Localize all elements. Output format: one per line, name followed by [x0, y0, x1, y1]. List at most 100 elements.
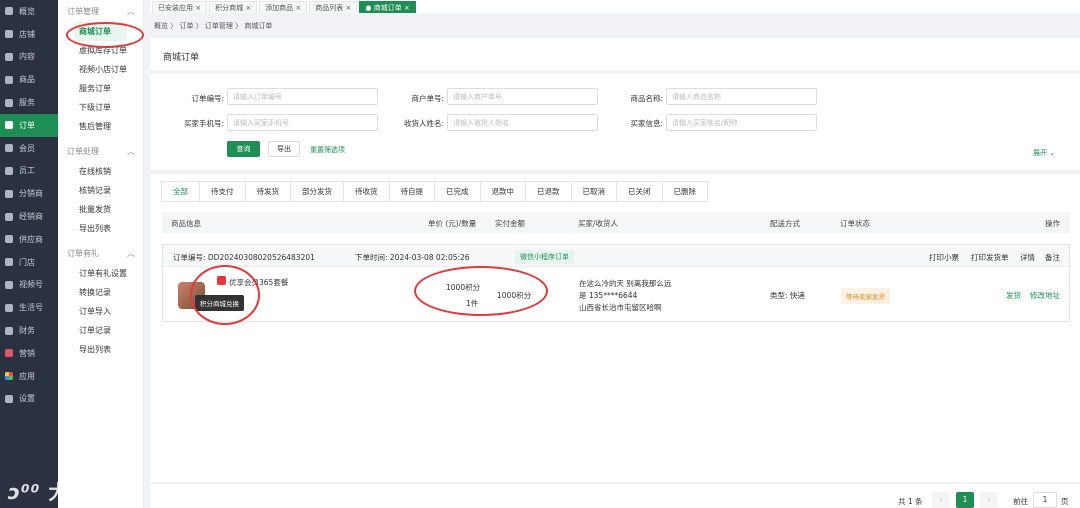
nav-item-label: 视频号: [19, 280, 43, 290]
edit-address-button[interactable]: 修改地址: [1030, 290, 1060, 301]
sub-group-order-process[interactable]: 订单处理 ︿: [58, 140, 143, 162]
pager-page-1[interactable]: 1: [956, 492, 974, 508]
merchant-no-input[interactable]: 请输入商户单号: [447, 88, 598, 105]
buyer-phone-input[interactable]: 请输入买家手机号: [227, 114, 378, 131]
nav-item-17[interactable]: 设置: [0, 388, 58, 411]
label-receiver-name: 收货人姓名:: [403, 119, 444, 128]
nav-item-16[interactable]: 应用: [0, 365, 58, 388]
sub-item-g3-4[interactable]: 导出列表: [58, 340, 143, 359]
sub-item-g2-0[interactable]: 在线核销: [58, 162, 143, 181]
status-tab-7[interactable]: 退款中: [479, 181, 526, 202]
sub-item-g2-2[interactable]: 批量发货: [58, 200, 143, 219]
sub-group-order-manage[interactable]: 订单管理 ︿: [58, 0, 143, 22]
sub-item-g1-3[interactable]: 服务订单: [58, 79, 143, 98]
page-tab-3[interactable]: 商品列表 ×: [309, 1, 358, 13]
nav-icon: [5, 258, 13, 267]
order-card: 订单编号: DD20240308020526483201 下单时间: 2024-…: [162, 244, 1070, 322]
col-buyer: 买家/收货人: [578, 219, 619, 228]
nav-item-14[interactable]: 财务: [0, 319, 58, 342]
sub-item-g3-1[interactable]: 转换记录: [58, 283, 143, 302]
sub-item-g3-3[interactable]: 订单记录: [58, 321, 143, 340]
nav-item-13[interactable]: 生活号: [0, 296, 58, 319]
detail-link[interactable]: 详情: [1020, 252, 1035, 263]
remark-link[interactable]: 备注: [1045, 252, 1060, 263]
pager-page-input[interactable]: 1: [1033, 492, 1057, 508]
page-title: 商城订单: [163, 53, 200, 63]
ship-button[interactable]: 发货: [1006, 290, 1021, 301]
nav-item-label: 会员: [19, 143, 35, 153]
page-tab-4[interactable]: ● 商城订单 ×: [359, 1, 416, 13]
sub-item-g1-5[interactable]: 售后管理: [58, 117, 143, 136]
order-number: 订单编号: DD20240308020526483201: [173, 253, 315, 262]
export-button[interactable]: 导出: [268, 141, 300, 157]
nav-item-10[interactable]: 供应商: [0, 228, 58, 251]
sub-item-g2-3[interactable]: 导出列表: [58, 219, 143, 238]
sub-item-g2-1[interactable]: 核销记录: [58, 181, 143, 200]
nav-item-5[interactable]: 订单: [0, 113, 58, 137]
nav-item-9[interactable]: 经销商: [0, 205, 58, 228]
page-tab-label: 已安装应用: [158, 4, 193, 12]
nav-item-2[interactable]: 内容: [0, 46, 58, 69]
pager-next-button[interactable]: ›: [980, 492, 998, 508]
nav-icon: [5, 98, 13, 107]
reset-filters-link[interactable]: 重置筛选项: [310, 145, 345, 155]
nav-item-0[interactable]: 概览: [0, 0, 58, 23]
sub-item-g1-2[interactable]: 视频小店订单: [58, 60, 143, 79]
close-icon[interactable]: ×: [402, 4, 410, 12]
chevron-up-icon: ︿: [127, 6, 135, 16]
nav-item-4[interactable]: 服务: [0, 91, 58, 114]
sub-item-g1-4[interactable]: 下级订单: [58, 98, 143, 117]
nav-item-1[interactable]: 店铺: [0, 23, 58, 46]
close-icon[interactable]: ×: [193, 4, 201, 12]
breadcrumb: 概览 〉 订单 〉 订单管理 〉 商城订单: [154, 22, 273, 30]
watermark-logo: ↄ⁰⁰: [8, 480, 49, 504]
nav-item-label: 商品: [19, 75, 35, 85]
nav-icon: [5, 52, 13, 61]
nav-item-label: 生活号: [19, 303, 43, 313]
sub-item-g3-2[interactable]: 订单导入: [58, 302, 143, 321]
close-icon[interactable]: ×: [293, 4, 301, 12]
nav-item-7[interactable]: 员工: [0, 160, 58, 183]
nav-item-label: 内容: [19, 52, 35, 62]
query-button[interactable]: 查询: [227, 141, 260, 157]
status-tab-4[interactable]: 待收货: [343, 181, 390, 202]
receiver-name-input[interactable]: 请输入收货人姓名: [447, 114, 598, 131]
print-receipt-link[interactable]: 打印小票: [929, 252, 959, 263]
order-status-badge: 等待卖家发货: [841, 288, 890, 304]
pager-prev-button[interactable]: ‹: [932, 492, 950, 508]
status-tab-11[interactable]: 已删除: [661, 181, 708, 202]
status-tab-2[interactable]: 待发货: [244, 181, 291, 202]
status-tab-6[interactable]: 已完成: [434, 181, 481, 202]
nav-icon: [5, 326, 13, 335]
nav-item-6[interactable]: 会员: [0, 137, 58, 160]
nav-item-8[interactable]: 分销商: [0, 182, 58, 205]
close-icon[interactable]: ×: [343, 4, 352, 12]
nav-item-3[interactable]: 商品: [0, 68, 58, 91]
status-tab-3[interactable]: 部分发货: [290, 181, 344, 202]
status-tab-8[interactable]: 已退款: [525, 181, 572, 202]
print-invoice-link[interactable]: 打印发货单: [971, 252, 1009, 263]
buyer-info-input[interactable]: 请输入买家姓名/昵称: [666, 114, 817, 131]
status-tab-1[interactable]: 待支付: [199, 181, 246, 202]
buyer-name: 在这么冷的天 别离我那么远: [579, 279, 672, 288]
order-no-input[interactable]: 请输入订单编号: [227, 88, 378, 105]
goods-name-input[interactable]: 请输入商品名称: [666, 88, 817, 105]
page-tab-1[interactable]: 积分商城 ×: [209, 1, 258, 13]
nav-item-11[interactable]: 门店: [0, 251, 58, 274]
status-tab-10[interactable]: 已关闭: [616, 181, 663, 202]
nav-icon: [5, 30, 13, 39]
status-tab-9[interactable]: 已取消: [570, 181, 617, 202]
close-icon[interactable]: ×: [243, 4, 251, 12]
expand-link[interactable]: 展开 ⌄: [1033, 148, 1055, 158]
nav-icon: [5, 280, 13, 289]
nav-item-15[interactable]: 营销: [0, 342, 58, 365]
nav-item-12[interactable]: 视频号: [0, 274, 58, 297]
page-tab-2[interactable]: 添加商品 ×: [259, 1, 308, 13]
status-tab-5[interactable]: 待自提: [388, 181, 435, 202]
page-tab-0[interactable]: 已安装应用 ×: [152, 1, 208, 13]
nav-item-label: 门店: [19, 257, 35, 267]
sub-item-g3-0[interactable]: 订单有礼设置: [58, 264, 143, 283]
order-source-badge: 微信小程序订单: [515, 250, 574, 264]
sub-group-order-gift[interactable]: 订单有礼 ︿: [58, 242, 143, 264]
status-tab-0[interactable]: 全部: [161, 181, 200, 202]
